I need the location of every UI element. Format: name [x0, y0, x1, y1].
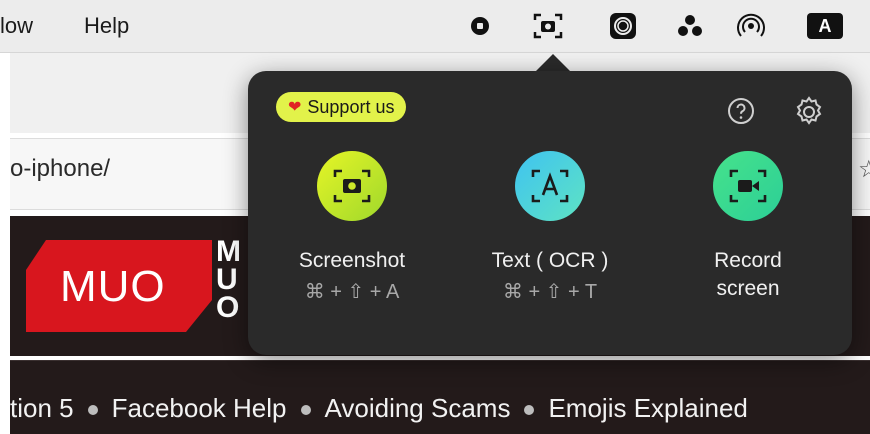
camera-lens-icon[interactable] — [608, 12, 638, 40]
screenshot-action[interactable]: Screenshot ⌘ + ⇧ + A — [262, 151, 442, 304]
ticker-line: tion 5 Facebook Help Avoiding Scams Emojis … — [10, 393, 748, 424]
support-us-label: Support us — [307, 96, 395, 117]
heart-icon: ❤ — [288, 99, 302, 116]
gear-icon[interactable] — [792, 95, 826, 129]
screenshot-label: Screenshot — [298, 249, 406, 272]
help-icon[interactable] — [726, 96, 756, 126]
popover-arrow — [535, 54, 571, 72]
menu-item-window[interactable]: low — [0, 13, 33, 39]
ticker-item[interactable]: Avoiding Scams — [325, 393, 511, 423]
text-ocr-shortcut: ⌘ + ⇧ + T — [502, 281, 598, 303]
screenshot-icon[interactable] — [317, 151, 387, 221]
ticker-separator — [87, 405, 98, 416]
screenshot-app-icon[interactable] — [533, 12, 563, 40]
record-screen-label: Record screen — [714, 249, 782, 300]
text-ocr-action[interactable]: Text ( OCR ) ⌘ + ⇧ + T — [460, 151, 640, 304]
support-us-button[interactable]: ❤ Support us — [276, 92, 407, 122]
capture-popover: ❤ Support us Screenshot ⌘ + ⇧ + A Text (… — [248, 71, 852, 355]
ticker-item[interactable]: Emojis Explained — [548, 393, 747, 423]
muo-side-letters: M U O — [216, 235, 241, 324]
address-text: o-iphone/ — [10, 155, 111, 182]
muo-logo-text: MUO — [60, 262, 166, 311]
ticker-item[interactable]: Facebook Help — [112, 393, 287, 423]
text-ocr-label: Text ( OCR ) — [491, 249, 609, 272]
ticker-separator — [524, 405, 535, 416]
menu-item-help[interactable]: Help — [84, 13, 129, 39]
text-ocr-icon[interactable] — [515, 151, 585, 221]
ticker-item[interactable]: tion 5 — [10, 393, 74, 423]
screenshot-shortcut: ⌘ + ⇧ + A — [304, 281, 400, 303]
input-source-label: A — [807, 13, 843, 39]
ticker-separator — [300, 405, 311, 416]
menu-bar: low Help A — [0, 0, 870, 53]
stop-record-icon[interactable] — [465, 12, 495, 40]
three-dots-cluster-icon[interactable] — [675, 12, 705, 40]
input-source-icon[interactable]: A — [805, 12, 845, 40]
bookmark-star-icon[interactable]: ☆ — [858, 155, 870, 184]
airdrop-icon[interactable] — [736, 12, 766, 40]
record-screen-icon[interactable] — [713, 151, 783, 221]
record-screen-action[interactable]: Record screen — [658, 151, 838, 303]
